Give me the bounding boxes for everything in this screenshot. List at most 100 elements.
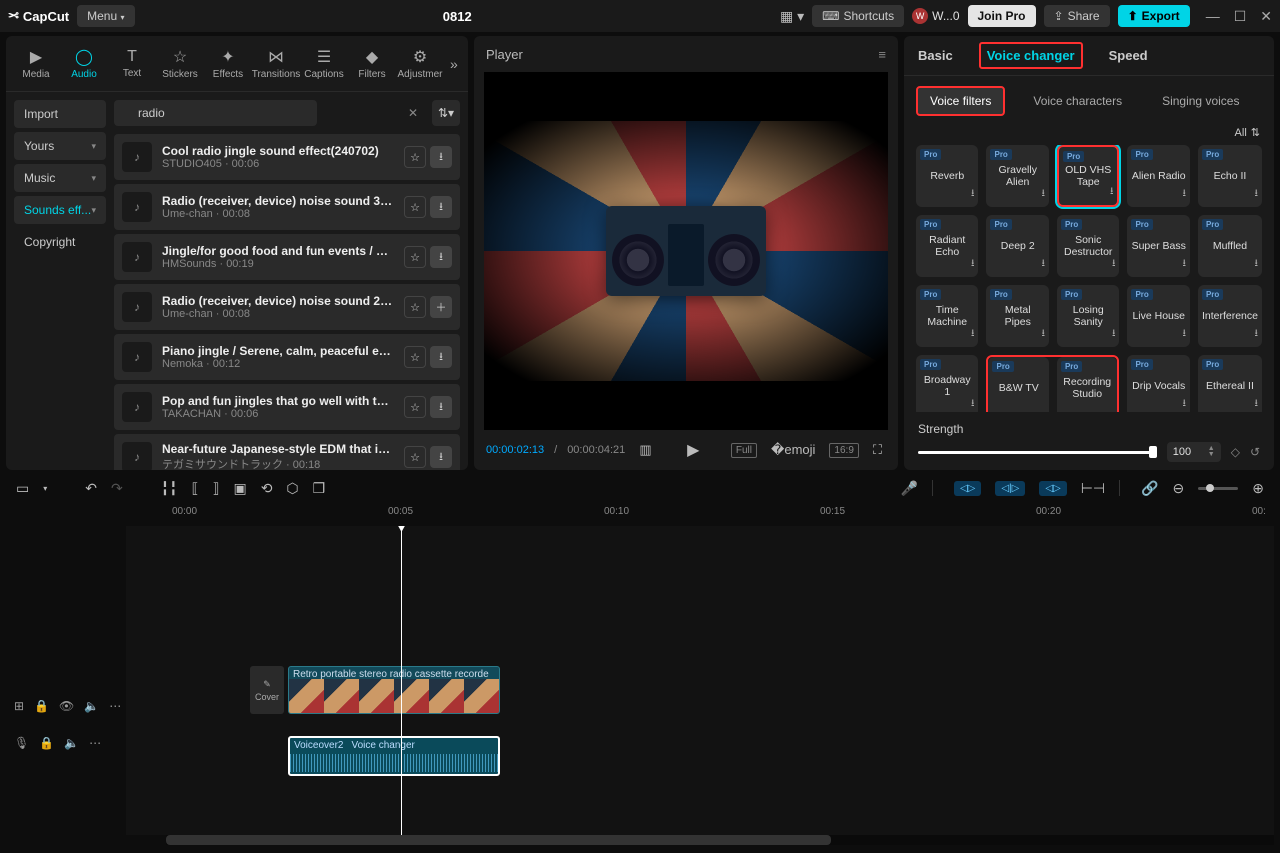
voice-filter-card[interactable]: ProGravelly Alien⭳ — [986, 145, 1048, 207]
track-voiceover-icon[interactable]: 🎙 — [14, 736, 29, 750]
favorite-button[interactable]: ☆ — [404, 296, 426, 318]
voice-filter-card[interactable]: ProDeep 2⭳ — [986, 215, 1048, 277]
add-button[interactable]: ⭳ — [430, 146, 452, 168]
rtab-voice-changer[interactable]: Voice changer — [979, 42, 1083, 69]
download-icon[interactable]: ⭳ — [1112, 326, 1116, 343]
video-clip[interactable]: Retro portable stereo radio cassette rec… — [288, 666, 500, 714]
search-filter-button[interactable]: ⇅▾ — [432, 100, 460, 126]
download-icon[interactable]: ⭳ — [1255, 186, 1259, 203]
track-more-icon[interactable]: ⋯ — [89, 736, 101, 750]
sound-item[interactable]: ♪ Pop and fun jingles that go well with … — [114, 384, 460, 430]
favorite-button[interactable]: ☆ — [404, 346, 426, 368]
zoom-out-icon[interactable]: ⊖ — [1173, 480, 1185, 497]
player-menu-icon[interactable]: ≡ — [878, 47, 886, 62]
player-scale-icon[interactable]: �emoji — [767, 440, 819, 460]
download-icon[interactable]: ⭳ — [971, 256, 975, 273]
voice-filter-card[interactable]: ProDrip Vocals⭳ — [1127, 355, 1190, 412]
rtab-basic[interactable]: Basic — [916, 42, 955, 69]
link-icon[interactable]: 🔗 — [1141, 480, 1158, 497]
timeline-scrollbar[interactable] — [166, 835, 1274, 845]
search-input[interactable] — [114, 100, 317, 126]
sound-item[interactable]: ♪ Cool radio jingle sound effect(240702)… — [114, 134, 460, 180]
voice-filter-card[interactable]: ProLosing Sanity⭳ — [1057, 285, 1119, 347]
track-lock-icon[interactable]: 🔒 — [39, 736, 54, 750]
nav-copyright[interactable]: Copyright — [14, 228, 106, 256]
time-ruler[interactable]: 00:00 00:05 00:10 00:15 00:20 00: — [6, 506, 1274, 526]
all-filter-button[interactable]: All ⇅ — [1235, 126, 1260, 139]
window-maximize[interactable]: ☐ — [1234, 8, 1247, 25]
sound-item[interactable]: ♪ Radio (receiver, device) noise sound 2… — [114, 284, 460, 330]
player-compare-icon[interactable]: ▥ — [635, 440, 655, 460]
freeze-tool[interactable]: ❒ — [313, 480, 326, 497]
download-icon[interactable]: ⭳ — [1182, 256, 1186, 273]
favorite-button[interactable]: ☆ — [404, 196, 426, 218]
add-button[interactable]: ⭳ — [430, 446, 452, 468]
sound-item[interactable]: ♪ Jingle/for good food and fun events / … — [114, 234, 460, 280]
voice-filter-card[interactable]: ProTime Machine⭳ — [916, 285, 978, 347]
voice-filter-card[interactable]: ProAlien Radio⭳ — [1127, 145, 1190, 207]
join-pro-button[interactable]: Join Pro — [968, 5, 1036, 27]
strength-value[interactable]: 100▲▼ — [1167, 442, 1221, 462]
voice-filter-card[interactable]: ProBroadway 1⭳ — [916, 355, 978, 412]
play-button[interactable]: ▶ — [683, 438, 703, 462]
player-full-button[interactable]: Full — [731, 443, 757, 458]
subtab-voice-characters[interactable]: Voice characters — [1021, 88, 1134, 114]
favorite-button[interactable]: ☆ — [404, 446, 426, 468]
track-expand-icon[interactable]: ⊞ — [14, 699, 24, 713]
track-toggle-2[interactable]: ◁|▷ — [995, 481, 1025, 496]
download-icon[interactable]: ⭳ — [1182, 326, 1186, 343]
tab-transitions[interactable]: ⋈Transitions — [254, 43, 298, 84]
track-mute-icon[interactable]: 🔈 — [84, 699, 99, 713]
download-icon[interactable]: ⭳ — [971, 186, 975, 203]
download-icon[interactable]: ⭳ — [1041, 326, 1045, 343]
tab-adjustment[interactable]: ⚙Adjustmer — [398, 43, 442, 84]
sound-item[interactable]: ♪ Piano jingle / Serene, calm, peaceful … — [114, 334, 460, 380]
voice-filter-card[interactable]: ProSonic Destructor⭳ — [1057, 215, 1119, 277]
select-mode-chevron[interactable]: ▾ — [43, 484, 47, 493]
track-mute-icon[interactable]: 🔈 — [64, 736, 79, 750]
crop-tool[interactable]: ▣ — [233, 480, 246, 497]
download-icon[interactable]: ⭳ — [1182, 186, 1186, 203]
track-more-icon[interactable]: ⋯ — [109, 699, 121, 713]
add-button[interactable]: ⭳ — [430, 396, 452, 418]
preview-canvas[interactable] — [484, 121, 888, 381]
sound-item[interactable]: ♪ Radio (receiver, device) noise sound 3… — [114, 184, 460, 230]
nav-sound-effects[interactable]: Sounds eff...▾ — [14, 196, 106, 224]
strength-keyframe-icon[interactable]: ◇ — [1231, 445, 1240, 459]
trim-right-tool[interactable]: ⟧ — [213, 480, 220, 497]
mic-icon[interactable]: 🎤 — [901, 480, 918, 497]
download-icon[interactable]: ⭳ — [1255, 396, 1259, 412]
select-tool[interactable]: ▭ — [16, 480, 29, 497]
subtab-voice-filters[interactable]: Voice filters — [916, 86, 1005, 116]
redo-button[interactable]: ↷ — [111, 480, 123, 497]
sound-item[interactable]: ♪ Near-future Japanese-style EDM that is… — [114, 434, 460, 470]
tab-text[interactable]: TText — [110, 44, 154, 83]
zoom-in-icon[interactable]: ⊕ — [1252, 480, 1264, 497]
voice-filter-card[interactable]: ProB&W TV — [988, 357, 1048, 412]
download-icon[interactable]: ⭳ — [1110, 184, 1114, 201]
undo-button[interactable]: ↶ — [85, 480, 97, 497]
add-button[interactable]: ＋ — [430, 296, 452, 318]
layout-icon[interactable]: ▦ ▾ — [780, 8, 804, 25]
voice-filter-card[interactable]: ProEthereal II⭳ — [1198, 355, 1262, 412]
player-expand-icon[interactable]: ⛶ — [869, 440, 886, 460]
voice-filter-card[interactable]: ProOLD VHS Tape⭳ — [1057, 145, 1119, 207]
track-toggle-1[interactable]: ◁▷ — [954, 481, 981, 496]
add-button[interactable]: ⭳ — [430, 196, 452, 218]
track-lock-icon[interactable]: 🔒 — [34, 699, 49, 713]
download-icon[interactable]: ⭳ — [1112, 256, 1116, 273]
favorite-button[interactable]: ☆ — [404, 246, 426, 268]
tab-audio[interactable]: ◯Audio — [62, 43, 106, 84]
voice-filter-card[interactable]: ProSuper Bass⭳ — [1127, 215, 1190, 277]
search-clear-icon[interactable]: ✕ — [408, 106, 418, 120]
menu-button[interactable]: Menu ▾ — [77, 5, 134, 27]
download-icon[interactable]: ⭳ — [1182, 396, 1186, 412]
tab-effects[interactable]: ✦Effects — [206, 43, 250, 84]
shortcuts-button[interactable]: ⌨ Shortcuts — [812, 5, 904, 27]
voice-filter-card[interactable]: ProInterference⭳ — [1198, 285, 1262, 347]
favorite-button[interactable]: ☆ — [404, 146, 426, 168]
download-icon[interactable]: ⭳ — [1041, 186, 1045, 203]
download-icon[interactable]: ⭳ — [1041, 256, 1045, 273]
voice-filter-card[interactable]: ProEcho II⭳ — [1198, 145, 1262, 207]
export-button[interactable]: ⬆ Export — [1118, 5, 1190, 27]
